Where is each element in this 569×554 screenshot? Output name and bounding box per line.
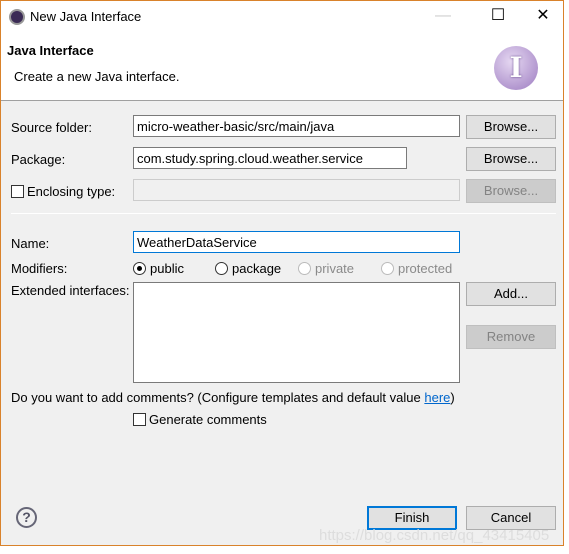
- modifier-protected-radio[interactable]: protected: [381, 261, 452, 276]
- enclosing-type-input[interactable]: [133, 179, 460, 201]
- enclosing-type-label: Enclosing type:: [27, 184, 116, 199]
- templates-link[interactable]: here: [424, 390, 450, 405]
- comments-question: Do you want to add comments? (Configure …: [11, 390, 455, 405]
- extended-interfaces-list[interactable]: [133, 282, 460, 383]
- package-browse-button[interactable]: Browse...: [466, 147, 556, 171]
- name-input[interactable]: WeatherDataService: [133, 231, 460, 253]
- enclosing-type-browse-button[interactable]: Browse...: [466, 179, 556, 203]
- modifier-private-radio[interactable]: private: [298, 261, 354, 276]
- separator: [11, 213, 556, 214]
- source-folder-label: Source folder:: [11, 120, 92, 135]
- wizard-title: Java Interface: [7, 43, 94, 58]
- remove-button[interactable]: Remove: [466, 325, 556, 349]
- source-folder-input[interactable]: micro-weather-basic/src/main/java: [133, 115, 460, 137]
- checkbox-icon[interactable]: [11, 185, 24, 198]
- modifiers-label: Modifiers:: [11, 261, 68, 276]
- package-input[interactable]: com.study.spring.cloud.weather.service: [133, 147, 407, 169]
- name-label: Name:: [11, 236, 50, 251]
- window-title: New Java Interface: [30, 9, 142, 24]
- dialog-window: New Java Interface — ☐ ✕ Java Interface …: [0, 0, 564, 546]
- package-label: Package:: [11, 152, 66, 167]
- source-folder-browse-button[interactable]: Browse...: [466, 115, 556, 139]
- maximize-button[interactable]: ☐: [478, 5, 518, 29]
- title-bar: New Java Interface — ☐ ✕: [1, 1, 563, 32]
- add-button[interactable]: Add...: [466, 282, 556, 306]
- help-icon[interactable]: ?: [16, 507, 37, 528]
- wizard-description: Create a new Java interface.: [14, 69, 180, 84]
- close-button[interactable]: ✕: [523, 5, 563, 29]
- watermark: https://blog.csdn.net/qq_43415405: [319, 527, 550, 544]
- enclosing-type-checkbox[interactable]: Enclosing type:: [11, 184, 115, 199]
- extended-interfaces-label: Extended interfaces:: [11, 283, 130, 298]
- minimize-button[interactable]: —: [423, 5, 463, 29]
- wizard-header: Java Interface Create a new Java interfa…: [1, 32, 563, 101]
- interface-logo-icon: I: [494, 46, 538, 90]
- modifier-public-radio[interactable]: public: [133, 261, 184, 276]
- generate-comments-checkbox[interactable]: Generate comments: [133, 412, 267, 427]
- modifier-package-radio[interactable]: package: [215, 261, 281, 276]
- eclipse-icon: [9, 9, 25, 25]
